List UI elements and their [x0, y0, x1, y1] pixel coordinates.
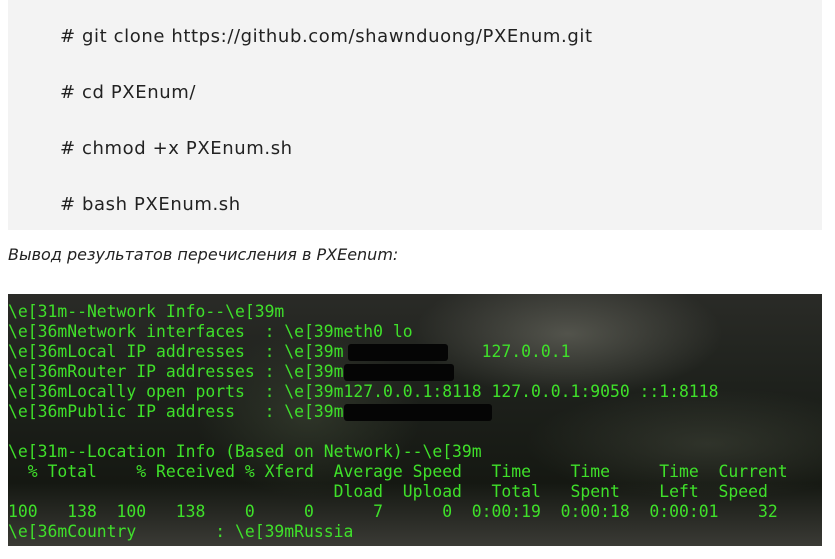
terminal-line: \e[36mRouter IP addresses : \e[39m [8, 362, 344, 381]
terminal-line: \e[31m--Network Info--\e[39m [8, 302, 285, 321]
terminal-line: Dload Upload Total Spent Left Speed [8, 482, 768, 501]
terminal-line: \e[36mCountry : \e[39mRussia [8, 522, 354, 541]
command-bash: # bash PXEnum.sh [60, 194, 241, 215]
terminal-output-screenshot: \e[31m--Network Info--\e[39m \e[36mNetwo… [8, 294, 822, 546]
terminal-line: % Total % Received % Xferd Average Speed… [8, 462, 788, 481]
output-caption: Вывод результатов перечисления в PXEenum… [8, 245, 399, 264]
terminal-line: \e[36mLocal IP addresses : \e[39m 127.0.… [8, 342, 571, 361]
command-git-clone: # git clone https://github.com/shawnduon… [60, 26, 593, 47]
redaction-block-router-ip [344, 364, 454, 381]
command-cd: # cd PXEnum/ [60, 82, 197, 103]
code-block: # git clone https://github.com/shawnduon… [8, 0, 822, 230]
redaction-block-local-ip [348, 344, 448, 361]
terminal-line: \e[36mNetwork interfaces : \e[39meth0 lo [8, 322, 413, 341]
terminal-line: \e[36mLocally open ports : \e[39m127.0.0… [8, 382, 719, 401]
redaction-block-public-ip [344, 404, 492, 421]
terminal-line: \e[36mPublic IP address : \e[39m [8, 402, 344, 421]
terminal-line: \e[31m--Location Info (Based on Network)… [8, 442, 482, 461]
terminal-line: 100 138 100 138 0 0 7 0 0:00:19 0:00:18 … [8, 502, 778, 521]
command-chmod: # chmod +x PXEnum.sh [60, 138, 293, 159]
